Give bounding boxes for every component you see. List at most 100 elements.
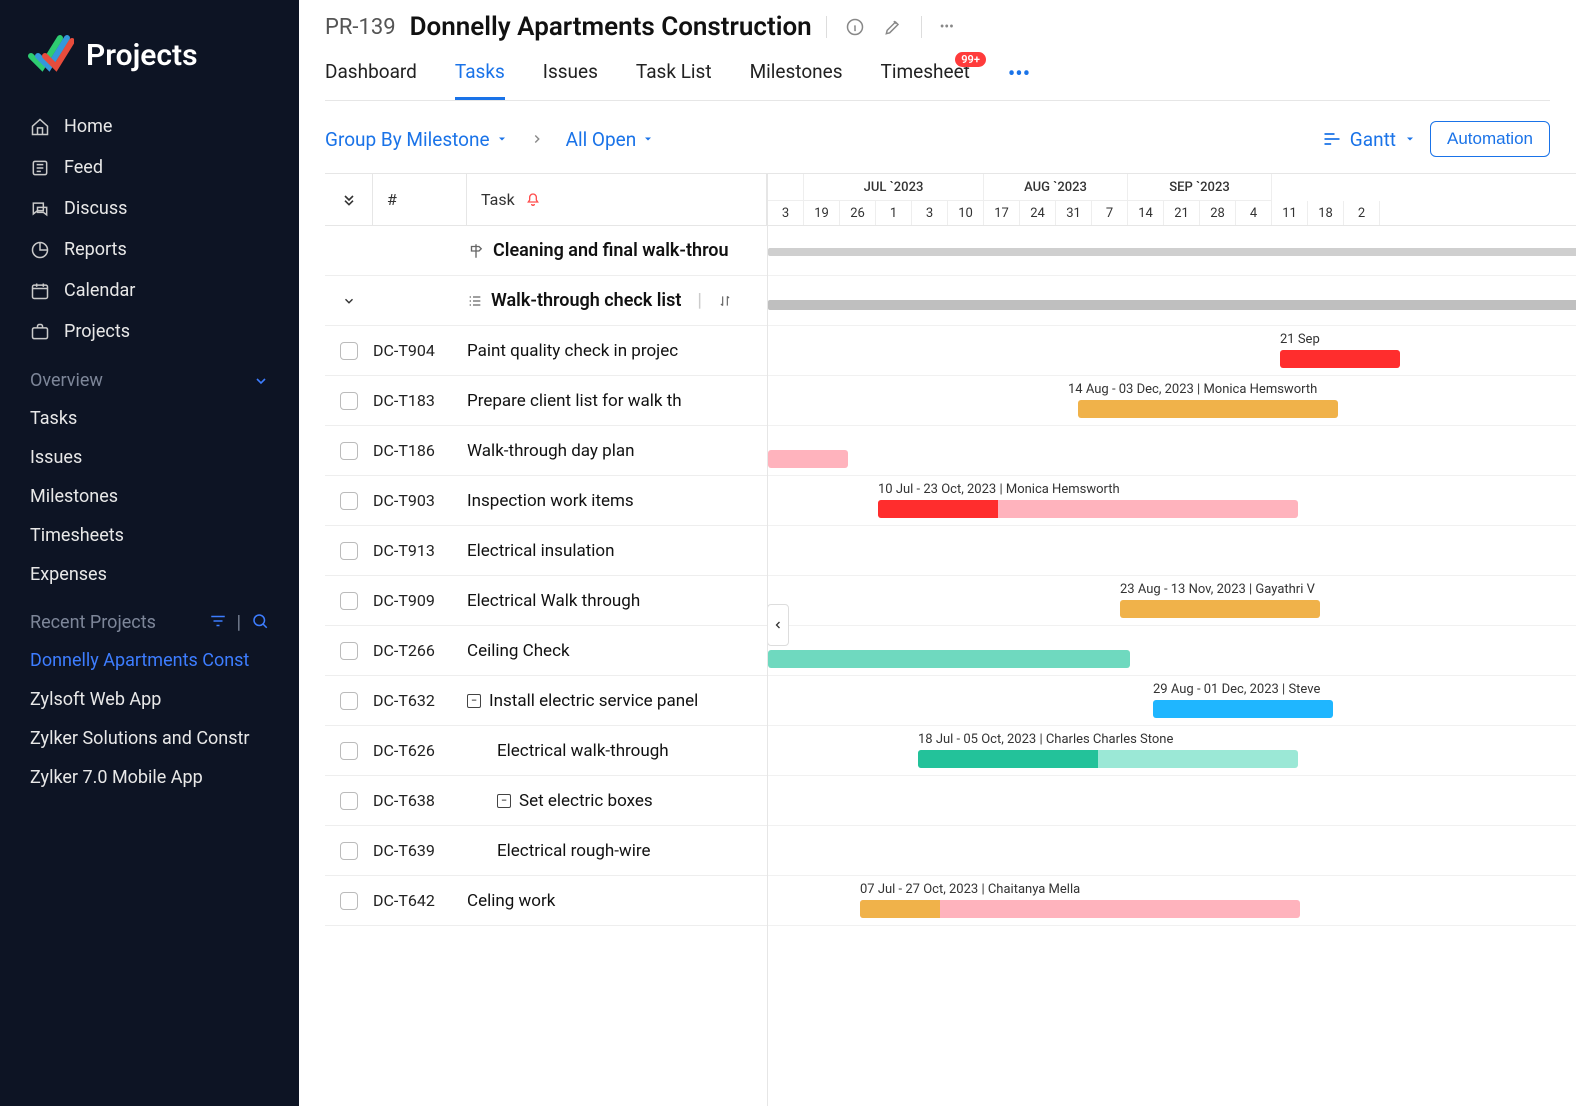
row-checkbox[interactable] — [340, 842, 358, 860]
row-checkbox[interactable] — [340, 442, 358, 460]
gantt-bar[interactable] — [918, 750, 1298, 768]
row-checkbox[interactable] — [340, 892, 358, 910]
gantt-bar[interactable] — [768, 450, 848, 468]
automation-button[interactable]: Automation — [1430, 121, 1550, 157]
search-icon[interactable] — [251, 612, 269, 633]
column-header-id[interactable]: # — [373, 174, 467, 225]
table-row[interactable]: DC-T626Electrical walk-through — [325, 726, 767, 776]
column-label: Task — [481, 190, 515, 209]
row-expand-cell — [325, 392, 373, 410]
gantt-bar[interactable] — [878, 500, 1298, 518]
row-checkbox[interactable] — [340, 692, 358, 710]
overview-milestones[interactable]: Milestones — [16, 477, 283, 516]
edit-icon[interactable] — [883, 17, 903, 37]
task-name[interactable]: Electrical insulation — [467, 541, 767, 561]
collapse-all-button[interactable] — [325, 174, 373, 225]
section-overview-head[interactable]: Overview — [0, 352, 299, 399]
table-row[interactable]: DC-T183Prepare client list for walk th — [325, 376, 767, 426]
table-row[interactable]: DC-T903Inspection work items — [325, 476, 767, 526]
overview-tasks[interactable]: Tasks — [16, 399, 283, 438]
tab-timesheet[interactable]: Timesheet 99+ — [881, 60, 970, 97]
filter-icon[interactable] — [209, 612, 227, 633]
table-row[interactable]: DC-T913Electrical insulation — [325, 526, 767, 576]
gantt-chart[interactable]: JUL `2023AUG `2023SEP `2023 319261310172… — [768, 174, 1576, 1106]
gantt-bar[interactable] — [1120, 600, 1320, 618]
task-name[interactable]: Walk-through day plan — [467, 441, 767, 461]
table-row[interactable]: DC-T904Paint quality check in projec — [325, 326, 767, 376]
chevron-down-icon[interactable] — [342, 294, 356, 308]
task-name[interactable]: Cleaning and final walk-throu — [467, 240, 767, 261]
row-checkbox[interactable] — [340, 542, 358, 560]
row-checkbox[interactable] — [340, 392, 358, 410]
milestone-bar[interactable] — [768, 248, 1576, 256]
tab-dashboard[interactable]: Dashboard — [325, 60, 417, 97]
timeline-day: 26 — [840, 201, 876, 225]
row-checkbox[interactable] — [340, 792, 358, 810]
sort-icon[interactable] — [718, 294, 732, 308]
row-checkbox[interactable] — [340, 642, 358, 660]
gantt-bar-label: 07 Jul - 27 Oct, 2023 | Chaitanya Mella — [860, 882, 1080, 897]
timeline-day: 28 — [1200, 201, 1236, 225]
nav-discuss[interactable]: Discuss — [16, 188, 283, 229]
tab-milestones[interactable]: Milestones — [750, 60, 843, 97]
table-row[interactable]: Cleaning and final walk-throu — [325, 226, 767, 276]
gantt-bar[interactable] — [1280, 350, 1400, 368]
task-name[interactable]: Ceiling Check — [467, 641, 767, 661]
overview-expenses[interactable]: Expenses — [16, 555, 283, 594]
row-checkbox[interactable] — [340, 742, 358, 760]
task-name[interactable]: Walk-through check list| — [467, 290, 767, 311]
pane-collapse-handle[interactable] — [768, 604, 789, 646]
view-gantt-dropdown[interactable]: Gantt — [1322, 128, 1416, 151]
task-name[interactable]: Electrical Walk through — [467, 591, 767, 611]
tab-issues[interactable]: Issues — [543, 60, 598, 97]
task-name[interactable]: Paint quality check in projec — [467, 341, 767, 361]
nav-calendar[interactable]: Calendar — [16, 270, 283, 311]
task-name[interactable]: Celing work — [467, 891, 767, 911]
task-name[interactable]: −Install electric service panel — [467, 691, 767, 711]
recent-project-item[interactable]: Donnelly Apartments Const — [16, 641, 283, 680]
column-header-task[interactable]: Task — [467, 174, 767, 225]
task-table: # Task Cleaning and final walk-throu Walk… — [325, 174, 768, 1106]
info-icon[interactable] — [845, 17, 865, 37]
more-icon[interactable]: ••• — [940, 19, 954, 35]
overview-timesheets[interactable]: Timesheets — [16, 516, 283, 555]
row-checkbox[interactable] — [340, 592, 358, 610]
group-by-dropdown[interactable]: Group By Milestone — [325, 128, 508, 151]
overview-issues[interactable]: Issues — [16, 438, 283, 477]
gantt-bar[interactable] — [1078, 400, 1338, 418]
recent-project-item[interactable]: Zylsoft Web App — [16, 680, 283, 719]
gantt-bar[interactable] — [860, 900, 1300, 918]
gantt-bar[interactable] — [768, 650, 1130, 668]
task-name[interactable]: −Set electric boxes — [467, 791, 767, 811]
table-row[interactable]: DC-T638−Set electric boxes — [325, 776, 767, 826]
table-row[interactable]: DC-T639Electrical rough-wire — [325, 826, 767, 876]
table-row[interactable]: DC-T186Walk-through day plan — [325, 426, 767, 476]
nav-home[interactable]: Home — [16, 106, 283, 147]
task-name[interactable]: Electrical rough-wire — [467, 841, 767, 861]
table-row[interactable]: Walk-through check list| — [325, 276, 767, 326]
task-name[interactable]: Prepare client list for walk th — [467, 391, 767, 411]
task-name[interactable]: Inspection work items — [467, 491, 767, 511]
task-name[interactable]: Electrical walk-through — [467, 741, 767, 761]
expand-toggle[interactable]: − — [497, 794, 511, 808]
recent-project-item[interactable]: Zylker Solutions and Constr — [16, 719, 283, 758]
nav-feed[interactable]: Feed — [16, 147, 283, 188]
recent-project-item[interactable]: Zylker 7.0 Mobile App — [16, 758, 283, 797]
expand-toggle[interactable]: − — [467, 694, 481, 708]
milestone-bar[interactable] — [768, 300, 1576, 310]
table-row[interactable]: DC-T266Ceiling Check — [325, 626, 767, 676]
row-checkbox[interactable] — [340, 342, 358, 360]
table-row[interactable]: DC-T642Celing work — [325, 876, 767, 926]
brand-logo-icon — [28, 32, 74, 78]
tab-tasks[interactable]: Tasks — [455, 60, 505, 100]
filter-dropdown[interactable]: All Open — [566, 128, 655, 151]
table-row[interactable]: DC-T909Electrical Walk through — [325, 576, 767, 626]
tabs-more-icon[interactable]: ••• — [1008, 60, 1030, 87]
nav-reports[interactable]: Reports — [16, 229, 283, 270]
row-checkbox[interactable] — [340, 492, 358, 510]
gantt-bar[interactable] — [1153, 700, 1333, 718]
tab-tasklist[interactable]: Task List — [636, 60, 712, 97]
table-row[interactable]: DC-T632−Install electric service panel — [325, 676, 767, 726]
nav-projects[interactable]: Projects — [16, 311, 283, 352]
brand: Projects — [0, 12, 299, 106]
